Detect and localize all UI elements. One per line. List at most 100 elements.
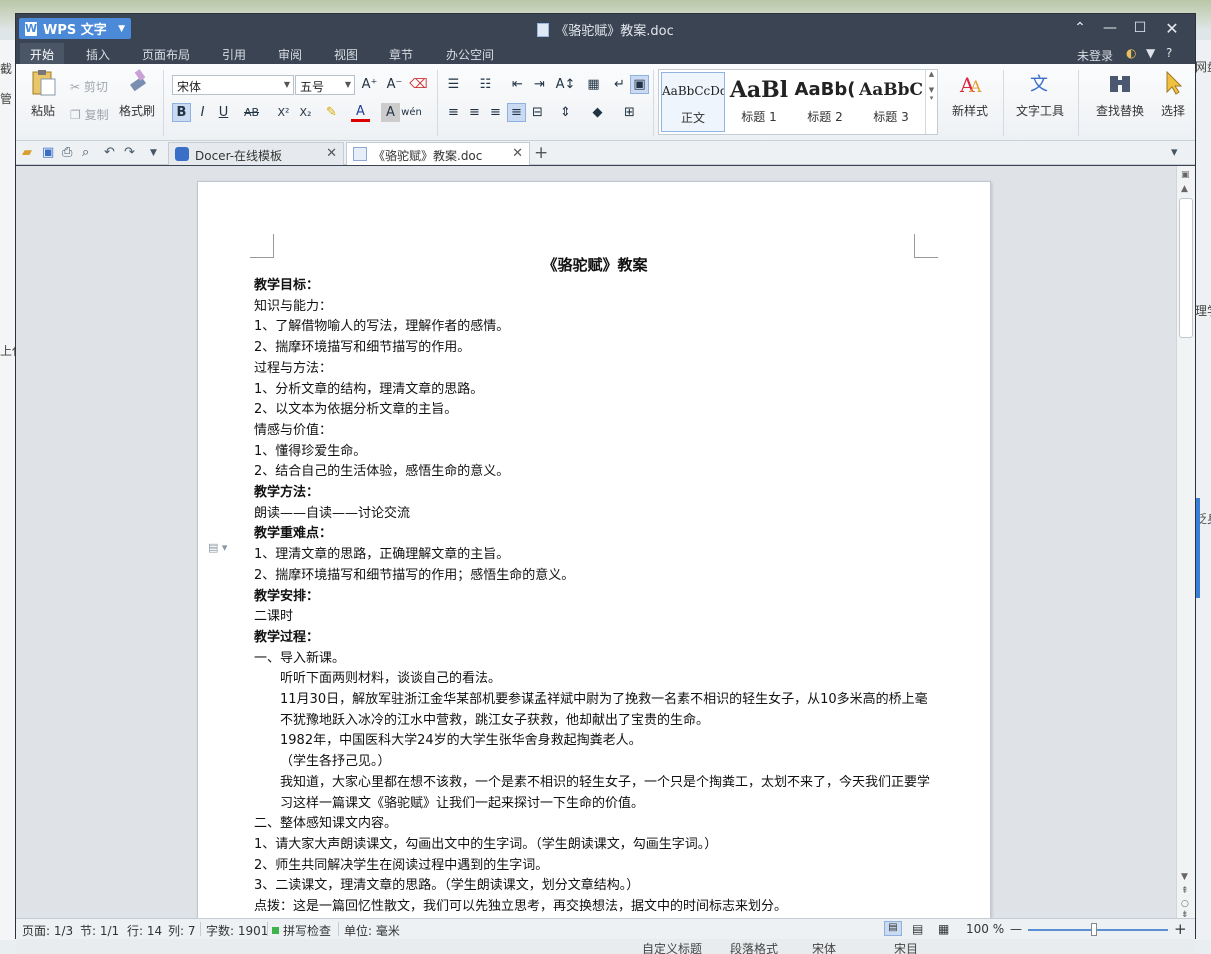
shrink-font-button[interactable]: A⁻: [385, 75, 404, 94]
prev-page-icon[interactable]: ⇞: [1181, 886, 1189, 896]
tab-page-layout[interactable]: 页面布局: [132, 43, 200, 64]
decrease-indent-button[interactable]: ⇤: [508, 75, 527, 94]
increase-indent-button[interactable]: ⇥: [530, 75, 549, 94]
show-marks-button[interactable]: ↵: [610, 75, 629, 94]
cut-button[interactable]: ✂ 剪切: [70, 78, 108, 95]
superscript-button[interactable]: X²: [274, 103, 293, 122]
line-spacing-button[interactable]: ⇕: [556, 103, 575, 122]
numbered-list-button[interactable]: ☷: [476, 75, 495, 94]
outline-view-icon[interactable]: ▤: [912, 922, 923, 936]
scroll-thumb[interactable]: [1179, 198, 1193, 338]
login-status[interactable]: 未登录: [1077, 47, 1113, 64]
undo-icon[interactable]: ↶: [104, 145, 115, 160]
copy-label: 复制: [84, 108, 109, 122]
skin-icon[interactable]: ◐: [1126, 46, 1136, 60]
new-style-button[interactable]: AA 新样式: [944, 68, 996, 119]
tab-current-document[interactable]: 《骆驼赋》教案.doc ✕: [346, 142, 530, 165]
chevron-down-icon[interactable]: ▼: [150, 148, 157, 158]
status-unit[interactable]: 单位: 毫米: [344, 922, 400, 939]
svg-text:文: 文: [1030, 74, 1048, 95]
zoom-level[interactable]: 100 %: [966, 922, 1004, 936]
save-icon[interactable]: ▣: [42, 145, 54, 160]
status-word-count[interactable]: 字数: 1901: [206, 922, 268, 939]
close-icon[interactable]: ✕: [512, 146, 523, 161]
bg-fragment: 理学: [1195, 304, 1211, 318]
help-icon[interactable]: ?: [1166, 46, 1172, 60]
style-normal[interactable]: AaBbCcDd 正文: [661, 72, 725, 132]
spell-check-toggle[interactable]: 拼写检查: [272, 922, 331, 939]
style-heading-1[interactable]: AaBl 标题 1: [727, 72, 791, 132]
align-right-button[interactable]: ≡: [486, 103, 505, 122]
tab-office-space[interactable]: 办公空间: [436, 43, 504, 64]
zoom-slider[interactable]: [1028, 929, 1168, 931]
status-page[interactable]: 页面: 1/3: [22, 922, 73, 939]
italic-button[interactable]: I: [193, 103, 212, 122]
find-replace-button[interactable]: 查找替换: [1088, 68, 1152, 119]
status-divider: [267, 922, 268, 936]
close-button[interactable]: ✕: [1157, 17, 1187, 39]
subscript-button[interactable]: X₂: [296, 103, 315, 122]
tab-review[interactable]: 审阅: [268, 43, 312, 64]
scroll-up-icon[interactable]: ▲: [1181, 184, 1188, 194]
scroll-down-icon[interactable]: ▼: [1181, 872, 1188, 882]
strikethrough-button[interactable]: AB: [242, 103, 261, 122]
font-name-select[interactable]: 宋体 ▼: [172, 75, 294, 95]
style-gallery-scroll[interactable]: ▲ ▼ ▾: [925, 70, 937, 134]
zoom-out-button[interactable]: —: [1010, 922, 1022, 936]
paste-button[interactable]: 粘贴: [22, 68, 64, 119]
phonetic-button[interactable]: wén: [401, 103, 422, 122]
new-tab-button[interactable]: +: [534, 143, 548, 163]
scroll-top-icon[interactable]: ▣: [1181, 170, 1190, 180]
align-center-button[interactable]: ≡: [465, 103, 484, 122]
page-view-icon[interactable]: ▤: [884, 921, 902, 936]
select-browse-icon[interactable]: ○: [1181, 899, 1189, 909]
tab-docer-templates[interactable]: Docer-在线模板 ✕: [168, 142, 344, 165]
char-shading-button[interactable]: A: [381, 103, 400, 122]
zoom-in-button[interactable]: +: [1174, 920, 1187, 938]
open-icon[interactable]: ▰: [22, 145, 32, 160]
format-painter-button[interactable]: 格式刷: [116, 68, 158, 119]
maximize-button[interactable]: ☐: [1125, 17, 1155, 39]
layout-frame-button[interactable]: ▣: [630, 75, 649, 94]
text-tools-button[interactable]: 文 文字工具: [1010, 68, 1070, 119]
tab-home[interactable]: 开始: [20, 43, 65, 64]
print-icon[interactable]: ⎙: [62, 145, 72, 160]
borders-button[interactable]: ⊞: [620, 103, 639, 122]
vertical-scrollbar[interactable]: ▣ ▲ ▼ ⇞ ○ ⇟: [1176, 166, 1195, 920]
web-view-icon[interactable]: ▦: [938, 922, 949, 936]
clear-format-button[interactable]: ⌫: [409, 75, 428, 94]
minimize-button[interactable]: —: [1095, 17, 1125, 39]
underline-button[interactable]: U: [214, 103, 233, 122]
font-size-select[interactable]: 五号 ▼: [295, 75, 355, 95]
justify-button[interactable]: ≡: [507, 103, 526, 122]
shading-button[interactable]: ◆: [588, 103, 607, 122]
copy-button[interactable]: ❐ 复制: [70, 106, 109, 123]
bg-fragment: 自定义标题: [642, 942, 703, 954]
select-button[interactable]: 选择: [1156, 68, 1190, 119]
zoom-slider-handle[interactable]: [1091, 923, 1097, 936]
text-direction-button[interactable]: A↕: [556, 75, 576, 94]
tab-references[interactable]: 引用: [212, 43, 256, 64]
bullet-list-button[interactable]: ☰: [444, 75, 463, 94]
cut-label: 剪切: [83, 80, 108, 94]
tab-chapter[interactable]: 章节: [379, 43, 423, 64]
collapse-ribbon-button[interactable]: ⌃: [1065, 17, 1095, 39]
tab-view[interactable]: 视图: [324, 43, 368, 64]
grow-font-button[interactable]: A⁺: [360, 75, 379, 94]
print-preview-icon[interactable]: ⌕: [82, 145, 89, 160]
table-button[interactable]: ▦: [584, 75, 603, 94]
tab-menu-icon[interactable]: ▾: [1171, 145, 1178, 160]
style-heading-3[interactable]: AaBbC 标题 3: [859, 72, 923, 132]
tab-insert[interactable]: 插入: [76, 43, 120, 64]
bold-button[interactable]: B: [172, 103, 191, 122]
distribute-button[interactable]: ⊟: [528, 103, 547, 122]
close-icon[interactable]: ✕: [326, 146, 337, 161]
shirt-icon[interactable]: ▼: [1146, 46, 1155, 60]
font-color-button[interactable]: A: [351, 103, 370, 122]
paragraph-marker-icon[interactable]: ▤ ▾: [208, 541, 227, 554]
document-page[interactable]: 《骆驼赋》教案 教学目标： 知识与能力： 1、了解借物喻人的写法，理解作者的感情。 2…: [197, 181, 991, 918]
highlight-button[interactable]: ✎: [322, 103, 341, 122]
align-left-button[interactable]: ≡: [444, 103, 463, 122]
style-heading-2[interactable]: AaBb( 标题 2: [793, 72, 857, 132]
redo-icon[interactable]: ↷: [124, 145, 135, 160]
